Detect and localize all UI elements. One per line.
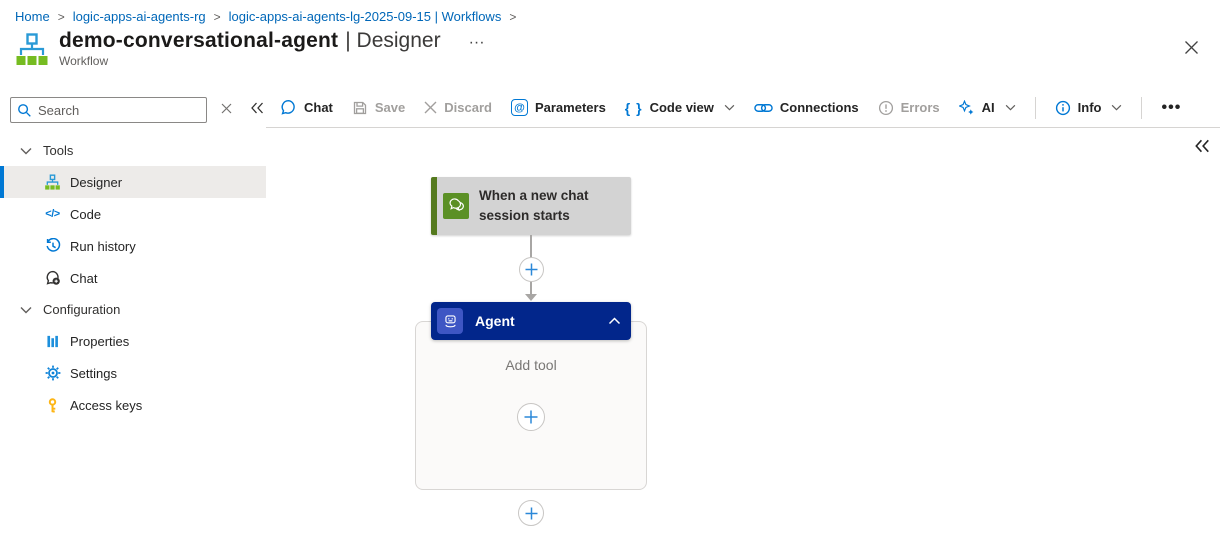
search-input[interactable] xyxy=(38,102,200,118)
chevron-down-icon xyxy=(724,104,735,111)
close-icon[interactable] xyxy=(1184,40,1199,60)
save-icon xyxy=(352,100,368,116)
search-clear-icon[interactable] xyxy=(219,99,234,121)
chevron-down-icon xyxy=(20,147,32,155)
sidebar-item-label: Chat xyxy=(70,270,98,286)
errors-icon xyxy=(878,100,894,116)
sidebar-item-properties[interactable]: Properties xyxy=(0,325,266,357)
sidebar: Tools Designer </> Co xyxy=(0,88,266,560)
errors-button: Errors xyxy=(878,100,940,116)
parameters-button[interactable]: @ Parameters xyxy=(510,99,606,116)
workflow-icon xyxy=(44,173,61,191)
parameters-at-icon: @ xyxy=(510,99,528,116)
chevron-down-icon xyxy=(20,306,32,314)
breadcrumb-resource-group[interactable]: logic-apps-ai-agents-rg xyxy=(73,9,206,24)
info-icon xyxy=(1055,100,1071,116)
chat-add-icon xyxy=(44,270,61,287)
toolbar-more-icon[interactable]: ••• xyxy=(1161,99,1181,117)
sidebar-item-label: Settings xyxy=(70,365,117,381)
breadcrumb-logic-app[interactable]: logic-apps-ai-agents-lg-2025-09-15 | Wor… xyxy=(229,9,502,24)
edge-arrow-icon xyxy=(525,294,537,301)
agent-robot-icon xyxy=(437,308,463,334)
sidebar-item-label: Properties xyxy=(70,333,130,349)
sidebar-item-chat[interactable]: Chat xyxy=(0,262,266,294)
chevron-down-icon xyxy=(1005,104,1016,111)
insert-action-button[interactable] xyxy=(519,257,544,282)
sidebar-group-configuration[interactable]: Configuration xyxy=(0,294,266,325)
discard-icon xyxy=(424,101,437,114)
sidebar-item-label: Code xyxy=(70,206,102,222)
info-button[interactable]: Info xyxy=(1055,100,1123,116)
sidebar-item-code[interactable]: </> Code xyxy=(0,198,266,230)
breadcrumb-separator: > xyxy=(213,9,221,24)
insert-action-below-agent-button[interactable] xyxy=(518,500,544,526)
designer-canvas[interactable]: When a new chat session starts Agent Add… xyxy=(266,128,1220,560)
agent-node-header[interactable]: Agent xyxy=(431,302,631,340)
sidebar-collapse-icon[interactable] xyxy=(248,99,266,121)
key-icon xyxy=(44,397,61,414)
breadcrumb-separator: > xyxy=(57,9,65,24)
breadcrumb-home[interactable]: Home xyxy=(15,9,50,24)
agent-node-title: Agent xyxy=(475,313,515,329)
trigger-node-title: When a new chat session starts xyxy=(479,188,589,223)
sidebar-item-label: Designer xyxy=(70,174,123,190)
add-tool-label: Add tool xyxy=(505,357,557,373)
code-view-braces-icon: { } xyxy=(624,99,643,116)
connections-button[interactable]: Connections xyxy=(754,100,859,115)
chevron-up-icon[interactable] xyxy=(608,317,621,325)
ai-sparkle-icon xyxy=(958,99,975,116)
title-more-button[interactable]: ··· xyxy=(469,34,485,52)
resource-type-label: Workflow xyxy=(59,54,109,68)
toolbar-separator xyxy=(1034,96,1036,119)
chat-trigger-icon xyxy=(443,193,469,219)
ai-button[interactable]: AI xyxy=(958,99,1016,116)
connections-link-icon xyxy=(754,102,773,114)
chat-button[interactable]: Chat xyxy=(280,99,333,116)
chat-icon xyxy=(280,99,297,116)
sidebar-group-label: Configuration xyxy=(43,302,121,317)
page-title-suffix: | Designer xyxy=(345,29,441,52)
code-view-button[interactable]: { } Code view xyxy=(625,100,735,116)
search-icon xyxy=(17,103,32,118)
breadcrumb-separator: > xyxy=(509,9,517,24)
designer-toolbar: Chat Save Discard @ Parameters {} Code … xyxy=(266,88,1220,128)
run-history-icon xyxy=(44,238,61,255)
trigger-node-when-new-chat-session-starts[interactable]: When a new chat session starts xyxy=(431,177,631,235)
panel-collapse-icon[interactable] xyxy=(1194,139,1210,158)
workflow-icon xyxy=(14,32,50,68)
sidebar-item-label: Run history xyxy=(70,238,136,254)
page-header: Home > logic-apps-ai-agents-rg > logic-a… xyxy=(0,0,1220,88)
sidebar-item-designer[interactable]: Designer xyxy=(0,166,266,198)
sidebar-item-access-keys[interactable]: Access keys xyxy=(0,389,266,421)
sidebar-item-settings[interactable]: Settings xyxy=(0,357,266,389)
sidebar-group-tools[interactable]: Tools xyxy=(0,135,266,166)
save-button: Save xyxy=(352,100,405,116)
sidebar-group-label: Tools xyxy=(43,143,74,158)
sidebar-item-run-history[interactable]: Run history xyxy=(0,230,266,262)
search-box xyxy=(10,97,207,123)
add-tool-button[interactable] xyxy=(517,403,545,431)
chevron-down-icon xyxy=(1111,104,1122,111)
sidebar-item-label: Access keys xyxy=(70,397,143,413)
page-title: demo-conversational-agent xyxy=(59,29,339,52)
discard-button: Discard xyxy=(424,100,492,115)
properties-icon xyxy=(44,333,61,350)
code-icon: </> xyxy=(45,208,60,220)
breadcrumb: Home > logic-apps-ai-agents-rg > logic-a… xyxy=(0,0,1220,24)
settings-gear-icon xyxy=(44,365,61,382)
toolbar-separator xyxy=(1141,96,1143,119)
